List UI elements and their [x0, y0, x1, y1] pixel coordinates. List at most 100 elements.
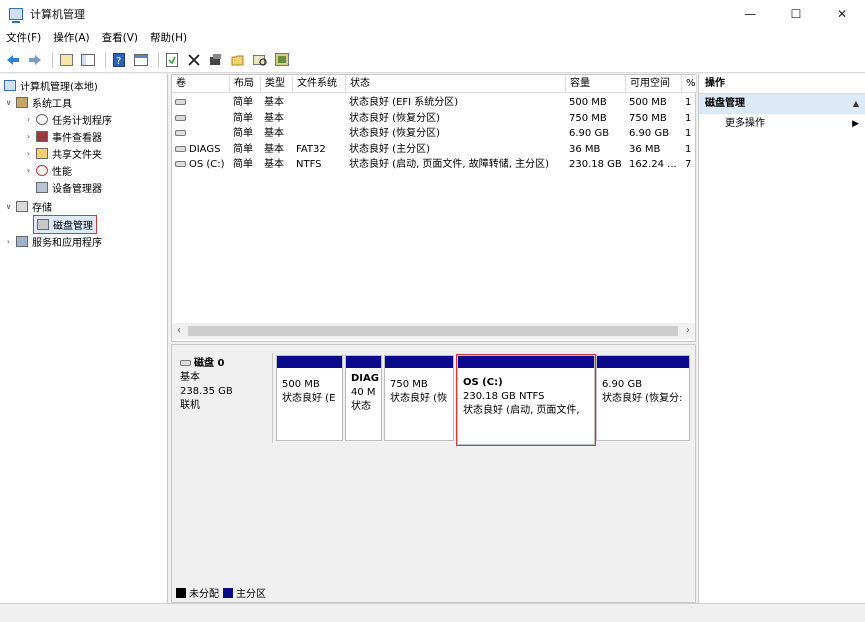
menu-view[interactable]: 查看(V)	[102, 30, 138, 45]
table-row[interactable]: 简单 基本 状态良好 (恢复分区) 750 MB 750 MB 1	[172, 111, 697, 127]
tree-label: 共享文件夹	[52, 150, 102, 161]
column-capacity[interactable]: 容量	[566, 75, 626, 93]
disk-state: 联机	[180, 400, 200, 411]
partition-size: 40 M	[351, 387, 376, 398]
partition-recovery-2[interactable]: 6.90 GB 状态良好 (恢复分:	[596, 355, 690, 441]
export-icon[interactable]	[207, 51, 225, 69]
more-actions-item[interactable]: 更多操作 ▶	[699, 114, 865, 134]
tree-item-system-tools[interactable]: ∨ 系统工具	[4, 94, 72, 111]
chevron-right-icon[interactable]: ›	[24, 132, 33, 141]
cell-percent: 1	[685, 128, 692, 139]
open-folder-icon[interactable]	[229, 51, 247, 69]
horizontal-scrollbar[interactable]: ‹ ›	[172, 323, 695, 339]
table-row[interactable]: DIAGS 简单 基本 FAT32 状态良好 (主分区) 36 MB 36 MB…	[172, 142, 697, 158]
cell-percent: 1	[685, 112, 692, 124]
cell-filesystem	[293, 126, 346, 141]
submenu-arrow-icon: ▶	[852, 119, 859, 129]
partition-info: 6.90 GB 状态良好 (恢复分:	[602, 378, 687, 406]
partition-size: 230.18 GB NTFS	[463, 391, 545, 402]
tree-item-services-apps[interactable]: › 服务和应用程序	[4, 233, 102, 250]
close-button[interactable]: ✕	[819, 0, 865, 28]
chevron-right-icon[interactable]: ›	[24, 149, 33, 158]
partition-recovery-1[interactable]: 750 MB 状态良好 (恢	[384, 355, 454, 441]
chevron-right-icon[interactable]: ›	[24, 115, 33, 124]
chevron-down-icon[interactable]: ∨	[4, 98, 13, 107]
tree-item-task-scheduler[interactable]: › 任务计划程序	[24, 111, 112, 128]
tree-label: 性能	[52, 167, 72, 178]
chevron-right-icon[interactable]: ›	[24, 166, 33, 175]
scroll-right-icon[interactable]: ›	[681, 323, 695, 339]
tree-item-storage[interactable]: ∨ 存储	[4, 198, 52, 215]
menu-help[interactable]: 帮助(H)	[150, 30, 187, 45]
menu-file[interactable]: 文件(F)	[6, 30, 41, 45]
scrollbar-thumb[interactable]	[188, 326, 678, 336]
partition-status: 状态良好 (启动, 页面文件,	[463, 405, 580, 416]
column-percent-free[interactable]: %	[682, 75, 697, 93]
disk-size: 238.35 GB	[180, 386, 233, 397]
column-layout[interactable]: 布局	[230, 75, 261, 93]
column-filesystem[interactable]: 文件系统	[293, 75, 346, 93]
partition-efi[interactable]: 500 MB 状态良好 (E	[276, 355, 343, 441]
help-icon[interactable]: ?	[110, 51, 128, 69]
search-icon[interactable]	[251, 51, 269, 69]
show-hide-tree-icon[interactable]	[79, 51, 97, 69]
cell-free-space: 36 MB	[629, 143, 661, 155]
cell-volume: DIAGS	[172, 142, 230, 157]
properties-icon[interactable]	[132, 51, 150, 69]
title-bar: 计算机管理 — ☐ ✕	[0, 0, 865, 28]
refresh-icon[interactable]	[163, 51, 181, 69]
cell-status: 状态良好 (启动, 页面文件, 故障转储, 主分区)	[349, 159, 550, 170]
menu-action[interactable]: 操作(A)	[53, 30, 89, 45]
cell-capacity: 230.18 GB	[569, 159, 622, 170]
tree-item-event-viewer[interactable]: › 事件查看器	[24, 128, 102, 145]
back-arrow-icon[interactable]	[4, 51, 22, 69]
column-free-space[interactable]: 可用空间	[626, 75, 682, 93]
cell-volume	[172, 95, 230, 110]
partition-status: 状态良好 (恢	[390, 393, 448, 404]
table-row[interactable]: 简单 基本 状态良好 (恢复分区) 6.90 GB 6.90 GB 1	[172, 126, 697, 142]
volume-icon	[175, 145, 186, 152]
collapse-up-icon[interactable]: ▲	[853, 94, 859, 114]
cell-capacity: 750 MB	[569, 112, 607, 124]
minimize-button[interactable]: —	[727, 0, 773, 28]
cell-volume	[172, 111, 230, 126]
up-folder-icon[interactable]	[57, 51, 75, 69]
cell-layout: 简单	[233, 97, 253, 108]
status-bar	[0, 603, 865, 622]
maximize-button[interactable]: ☐	[773, 0, 819, 28]
settings-icon[interactable]	[273, 51, 291, 69]
partition-os-c[interactable]: OS (C:) 230.18 GB NTFS 状态良好 (启动, 页面文件,	[456, 354, 596, 446]
partition-title: OS (C:)	[463, 377, 503, 388]
cell-filesystem: FAT32	[296, 143, 326, 155]
partition-diags[interactable]: DIAG 40 M 状态	[345, 355, 382, 441]
cell-layout: 简单	[233, 143, 253, 155]
volume-name: DIAGS	[189, 143, 221, 155]
tree-item-shared-folders[interactable]: › 共享文件夹	[24, 145, 102, 162]
primary-partition-bar	[277, 356, 342, 368]
column-status[interactable]: 状态	[346, 75, 566, 93]
tree-label: 系统工具	[32, 99, 72, 110]
tree-item-disk-management[interactable]: 磁盘管理	[33, 215, 97, 234]
actions-header: 操作	[699, 74, 865, 94]
actions-section-disk-management[interactable]: 磁盘管理 ▲	[699, 94, 865, 114]
tree-item-device-manager[interactable]: 设备管理器	[36, 179, 102, 196]
disk-0-label[interactable]: 磁盘 0 基本 238.35 GB 联机	[176, 353, 273, 443]
column-type[interactable]: 类型	[261, 75, 293, 93]
scroll-left-icon[interactable]: ‹	[172, 323, 186, 339]
tree-item-root[interactable]: 计算机管理(本地)	[4, 77, 98, 94]
chevron-down-icon[interactable]: ∨	[4, 202, 13, 211]
actions-section-label: 磁盘管理	[705, 98, 745, 109]
primary-partition-bar	[385, 356, 453, 368]
delete-icon[interactable]	[185, 51, 203, 69]
table-row[interactable]: 简单 基本 状态良好 (EFI 系统分区) 500 MB 500 MB 1	[172, 95, 697, 111]
cell-free-space: 750 MB	[629, 112, 667, 124]
unallocated-swatch	[176, 587, 186, 598]
column-volume[interactable]: 卷	[172, 75, 230, 93]
chevron-right-icon[interactable]: ›	[4, 237, 13, 246]
table-row[interactable]: OS (C:) 简单 基本 NTFS 状态良好 (启动, 页面文件, 故障转储,…	[172, 157, 697, 173]
partition-legend: 未分配 主分区	[176, 585, 266, 600]
volume-icon	[175, 114, 186, 121]
partition-size: 500 MB	[282, 379, 320, 390]
tree-item-performance[interactable]: › 性能	[24, 162, 72, 179]
forward-arrow-icon[interactable]	[26, 51, 44, 69]
